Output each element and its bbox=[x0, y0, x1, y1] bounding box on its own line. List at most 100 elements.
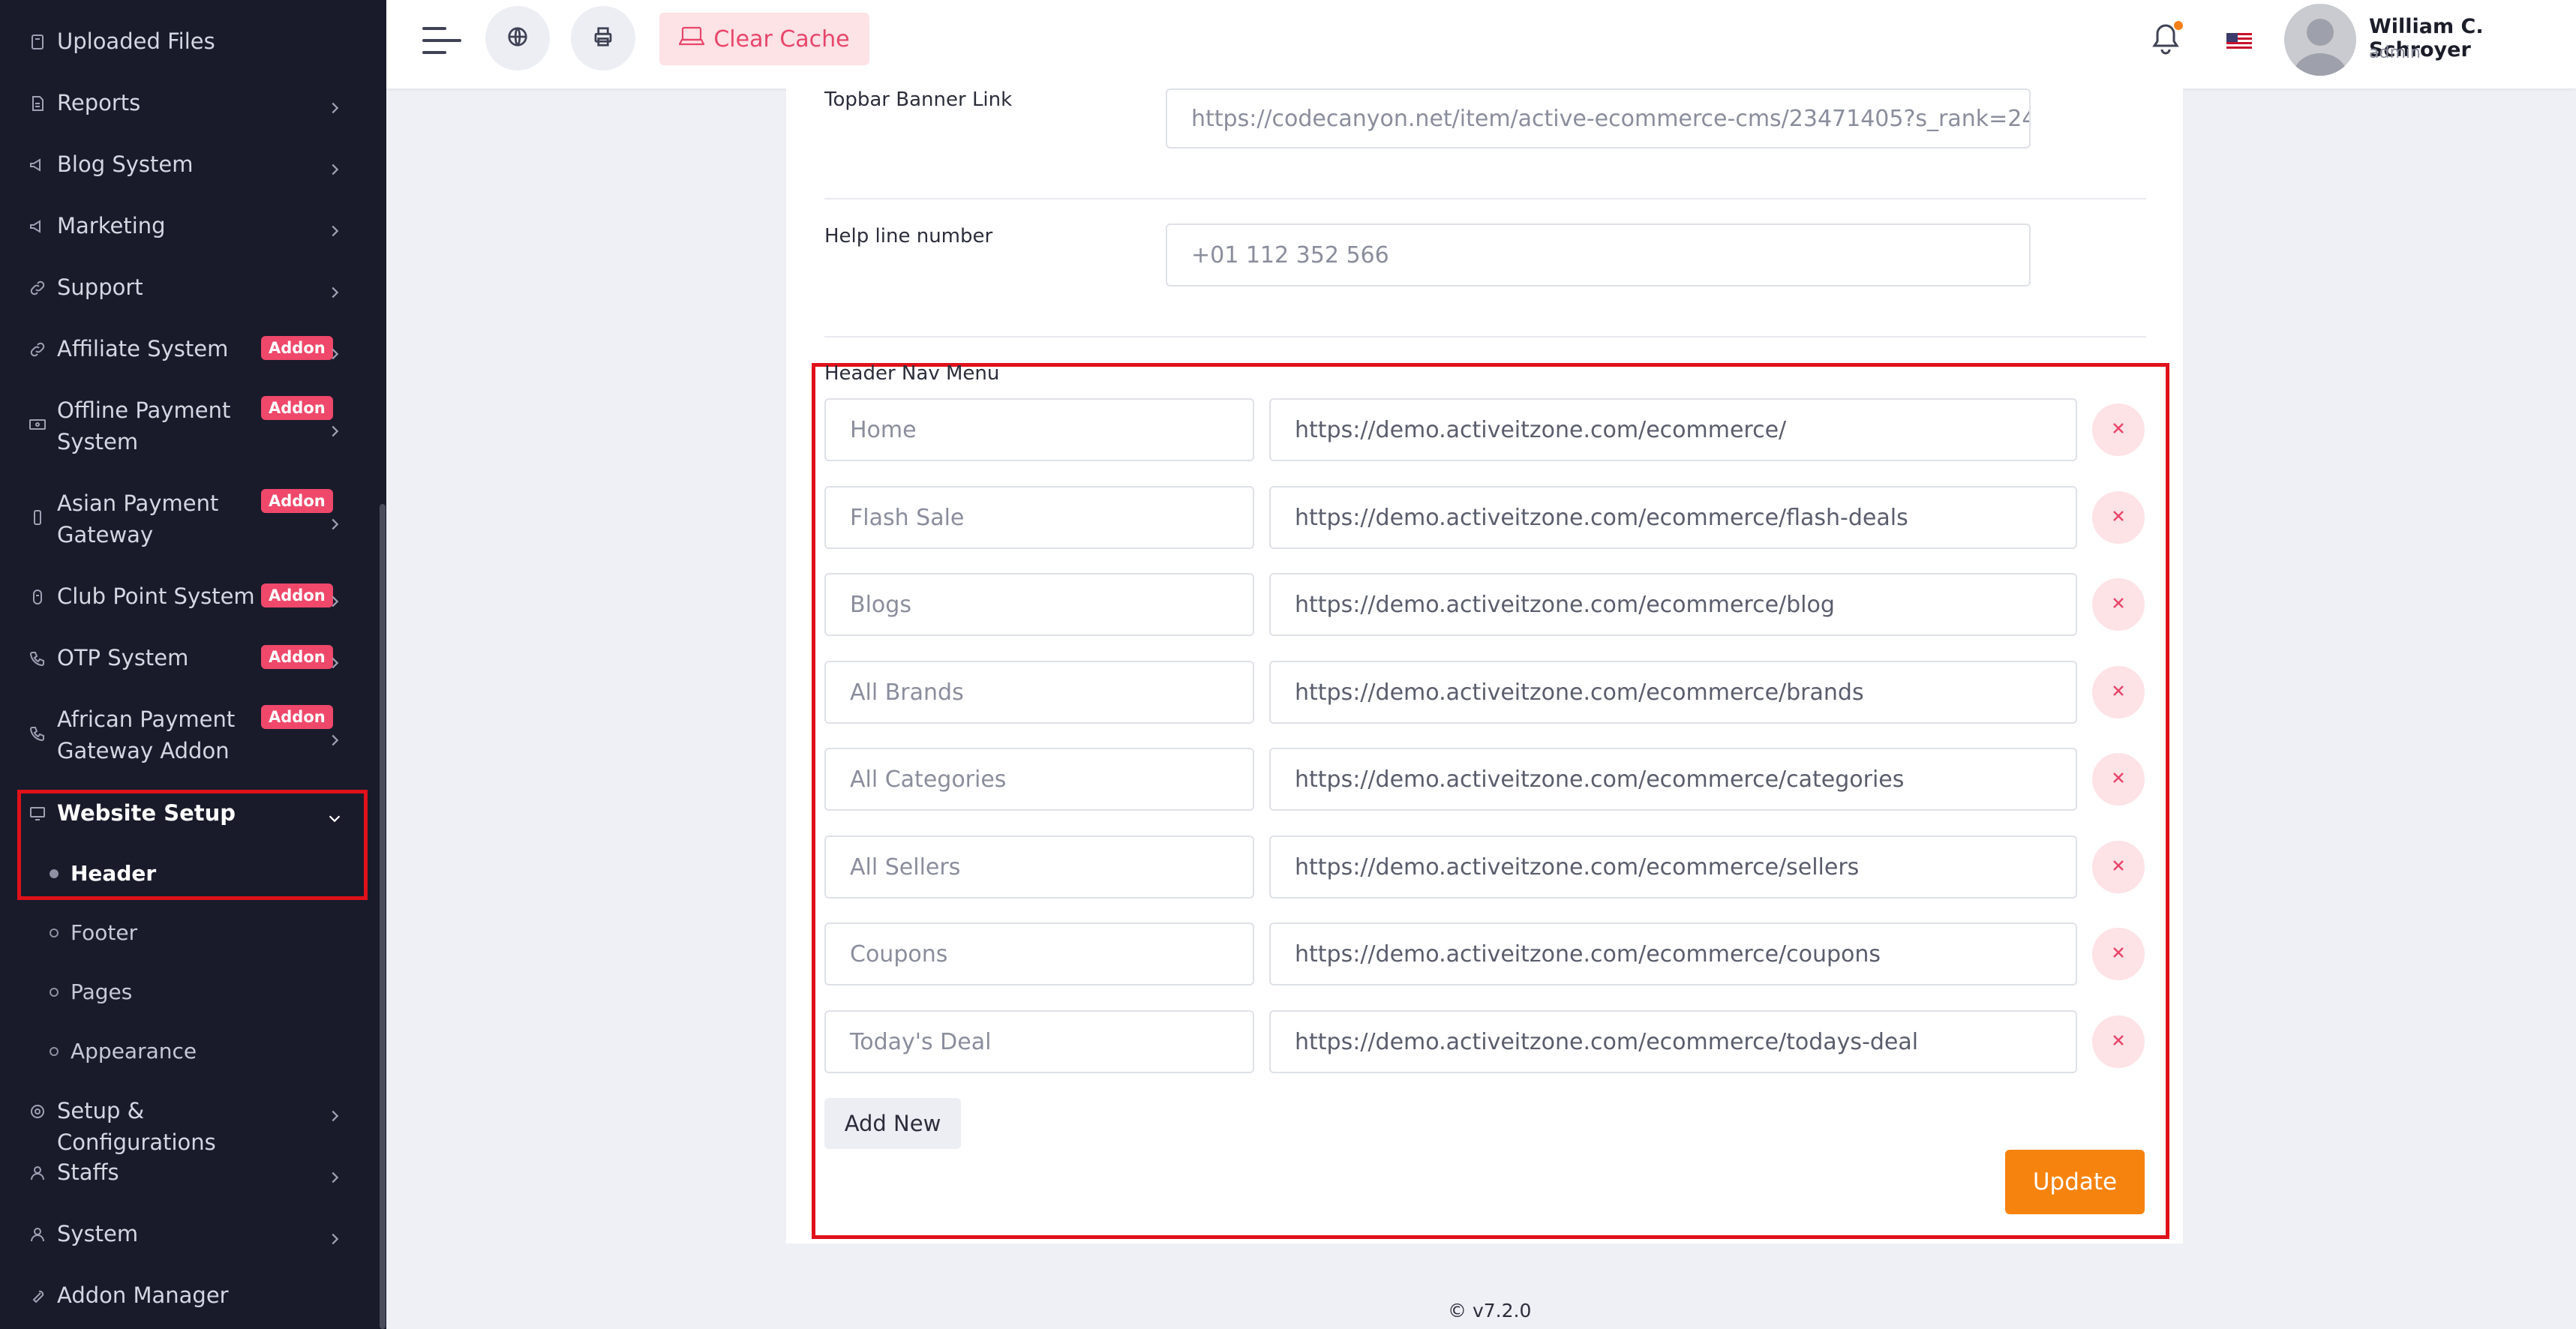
globe-button[interactable] bbox=[485, 6, 550, 70]
remove-row-button[interactable] bbox=[2092, 1016, 2145, 1068]
clear-cache-button[interactable]: Clear Cache bbox=[659, 13, 869, 65]
us-flag-icon[interactable] bbox=[2226, 33, 2252, 50]
remove-row-button[interactable] bbox=[2092, 928, 2145, 980]
sidebar-subitem-footer[interactable]: Footer bbox=[50, 920, 137, 945]
bullet-icon bbox=[50, 1046, 59, 1056]
remove-row-button[interactable] bbox=[2092, 841, 2145, 893]
sidebar-item-marketing[interactable]: Marketing bbox=[0, 210, 386, 242]
sidebar-item-african-payment[interactable]: African Payment Gateway Addon Addon bbox=[0, 704, 386, 766]
nav-url-input[interactable]: https://demo.activeitzone.com/ecommerce/… bbox=[1269, 836, 2077, 898]
addon-badge: Addon bbox=[261, 336, 333, 360]
sidebar-item-offline-payment[interactable]: Offline Payment System Addon bbox=[0, 394, 386, 458]
nav-url-input[interactable]: https://demo.activeitzone.com/ecommerce/ bbox=[1269, 398, 2077, 461]
sidebar-item-label: Staffs bbox=[57, 1160, 119, 1185]
bullet-icon bbox=[50, 928, 59, 938]
sidebar-item-blog-system[interactable]: Blog System bbox=[0, 148, 386, 180]
phone-call-icon bbox=[29, 650, 47, 668]
sidebar-subitem-pages[interactable]: Pages bbox=[50, 980, 132, 1004]
sidebar-item-otp-system[interactable]: OTP System Addon bbox=[0, 642, 386, 674]
close-icon bbox=[2111, 1033, 2126, 1051]
chevron-right-icon bbox=[326, 590, 343, 608]
avatar[interactable] bbox=[2284, 4, 2356, 76]
nav-label-input[interactable]: Blogs bbox=[824, 573, 1254, 636]
nav-label-input[interactable]: All Sellers bbox=[824, 836, 1254, 898]
nav-label-input[interactable]: Coupons bbox=[824, 922, 1254, 986]
sidebar-item-reports[interactable]: Reports bbox=[0, 87, 386, 118]
sidebar-item-system[interactable]: System bbox=[0, 1218, 386, 1250]
remove-row-button[interactable] bbox=[2092, 491, 2145, 544]
sidebar-item-label: Addon Manager bbox=[57, 1282, 229, 1308]
nav-url-input[interactable]: https://demo.activeitzone.com/ecommerce/… bbox=[1269, 748, 2077, 811]
nav-url-input[interactable]: https://demo.activeitzone.com/ecommerce/… bbox=[1269, 922, 2077, 986]
sidebar-item-club-point[interactable]: Club Point System Addon bbox=[0, 580, 386, 612]
nav-label-input[interactable]: Home bbox=[824, 398, 1254, 461]
chevron-right-icon bbox=[326, 280, 343, 298]
sidebar-item-uploaded-files[interactable]: Uploaded Files bbox=[0, 26, 386, 57]
print-button[interactable] bbox=[571, 6, 635, 70]
close-icon bbox=[2111, 945, 2126, 963]
help-line-label: Help line number bbox=[824, 225, 993, 248]
file-icon bbox=[29, 33, 47, 51]
sidebar-item-label: Uploaded Files bbox=[57, 28, 215, 54]
phone-icon bbox=[29, 508, 47, 526]
nav-label-input[interactable]: Today's Deal bbox=[824, 1010, 1254, 1073]
bullet-icon bbox=[50, 987, 59, 997]
sidebar-subitem-label: Footer bbox=[71, 920, 138, 945]
addon-badge: Addon bbox=[261, 584, 333, 608]
remove-row-button[interactable] bbox=[2092, 404, 2145, 456]
nav-url-input[interactable]: https://demo.activeitzone.com/ecommerce/… bbox=[1269, 486, 2077, 549]
globe-icon bbox=[506, 26, 529, 51]
topbar-banner-link-input[interactable]: https://codecanyon.net/item/active-ecomm… bbox=[1166, 88, 2031, 148]
remove-row-button[interactable] bbox=[2092, 753, 2145, 806]
user-icon bbox=[29, 1164, 47, 1182]
close-icon bbox=[2111, 508, 2126, 526]
sidebar-subitem-label: Pages bbox=[71, 980, 133, 1004]
sidebar-item-label: Blog System bbox=[57, 152, 194, 177]
sidebar-item-label: System bbox=[57, 1221, 139, 1246]
chevron-right-icon bbox=[326, 512, 343, 530]
help-line-input[interactable]: +01 112 352 566 bbox=[1166, 224, 2031, 286]
sidebar-item-addon-manager[interactable]: Addon Manager bbox=[0, 1280, 386, 1311]
addon-badge: Addon bbox=[261, 645, 333, 669]
sidebar: Uploaded Files Reports Blog System Marke… bbox=[0, 0, 386, 1329]
nav-label-input[interactable]: All Categories bbox=[824, 748, 1254, 811]
sidebar-item-label: Asian Payment Gateway bbox=[57, 490, 219, 548]
nav-label-input[interactable]: All Brands bbox=[824, 661, 1254, 724]
chevron-right-icon bbox=[326, 96, 343, 114]
sidebar-item-support[interactable]: Support bbox=[0, 272, 386, 303]
money-icon bbox=[29, 416, 47, 434]
sidebar-item-label: Reports bbox=[57, 90, 141, 116]
nav-url-input[interactable]: https://demo.activeitzone.com/ecommerce/… bbox=[1269, 1010, 2077, 1073]
sidebar-item-label: Affiliate System bbox=[57, 336, 229, 362]
close-icon bbox=[2111, 858, 2126, 876]
sidebar-item-label: OTP System bbox=[57, 645, 189, 670]
laptop-icon bbox=[678, 25, 713, 53]
nav-url-input[interactable]: https://demo.activeitzone.com/ecommerce/… bbox=[1269, 661, 2077, 724]
coin-icon bbox=[29, 588, 47, 606]
sidebar-item-setup-configurations[interactable]: Setup & Configurations bbox=[0, 1095, 386, 1158]
close-icon bbox=[2111, 770, 2126, 788]
chevron-right-icon bbox=[326, 651, 343, 669]
user-icon bbox=[29, 1226, 47, 1244]
close-icon bbox=[2111, 683, 2126, 701]
wrench-icon bbox=[29, 1287, 47, 1305]
chevron-right-icon bbox=[326, 1104, 343, 1122]
nav-label-input[interactable]: Flash Sale bbox=[824, 486, 1254, 549]
sidebar-item-label: Setup & Configurations bbox=[57, 1098, 216, 1155]
sidebar-item-staffs[interactable]: Staffs bbox=[0, 1156, 386, 1188]
add-new-button[interactable]: Add New bbox=[824, 1098, 961, 1149]
remove-row-button[interactable] bbox=[2092, 578, 2145, 631]
topbar-banner-link-label: Topbar Banner Link bbox=[824, 88, 1013, 111]
sidebar-scrollbar[interactable] bbox=[380, 504, 386, 1329]
menu-toggle-icon[interactable] bbox=[422, 26, 461, 56]
remove-row-button[interactable] bbox=[2092, 666, 2145, 718]
sidebar-subitem-appearance[interactable]: Appearance bbox=[50, 1039, 197, 1064]
highlight-box-sidebar bbox=[17, 790, 368, 900]
nav-url-input[interactable]: https://demo.activeitzone.com/ecommerce/… bbox=[1269, 573, 2077, 636]
sidebar-item-label: Club Point System bbox=[57, 584, 255, 609]
chevron-right-icon bbox=[326, 419, 343, 437]
sidebar-item-affiliate-system[interactable]: Affiliate System Addon bbox=[0, 333, 386, 364]
user-role: admin bbox=[2369, 44, 2421, 62]
sidebar-item-asian-payment[interactable]: Asian Payment Gateway Addon bbox=[0, 488, 386, 550]
update-button[interactable]: Update bbox=[2005, 1150, 2145, 1214]
